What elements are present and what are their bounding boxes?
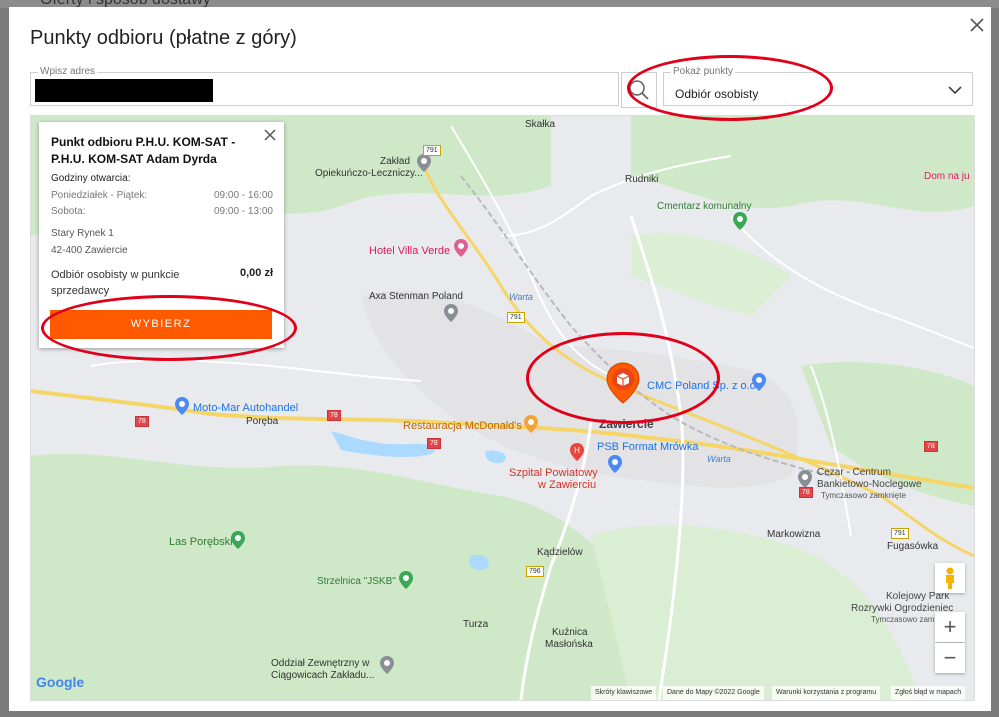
pickup-points-modal: Punkty odbioru (płatne z góry) Wpisz adr… bbox=[9, 7, 991, 711]
chevron-down-icon bbox=[948, 86, 962, 95]
hospital-pin-icon: H bbox=[570, 443, 584, 461]
delivery-option: Odbiór osobisty w punkcie sprzedawcy bbox=[51, 269, 180, 297]
close-icon bbox=[970, 18, 984, 32]
route-shield: 791 bbox=[507, 312, 525, 323]
report-error-link[interactable]: Zgłoś błąd w mapach bbox=[891, 686, 966, 700]
google-logo: Google bbox=[36, 674, 85, 690]
address-field[interactable] bbox=[30, 72, 619, 106]
opening-hours-label: Godziny otwarcia: bbox=[51, 173, 131, 184]
map-label-fugasowka: Fugasówka bbox=[887, 541, 939, 552]
pickup-point-info-card: Punkt odbioru P.H.U. KOM-SAT - P.H.U. KO… bbox=[39, 122, 284, 348]
map-label-kuznica: Kuźnica bbox=[552, 627, 588, 638]
route-shield: 78 bbox=[135, 416, 149, 427]
show-points-select[interactable]: Odbiór osobisty bbox=[663, 72, 973, 106]
pegman-icon bbox=[946, 567, 954, 589]
map-label-poreba: Poręba bbox=[246, 416, 279, 427]
close-icon bbox=[264, 129, 276, 141]
route-shield: 796 bbox=[526, 566, 544, 577]
park-pin-icon bbox=[399, 571, 413, 589]
route-shield: 78 bbox=[327, 410, 341, 421]
map-label-cezar: Cezar - Centrum bbox=[817, 467, 891, 478]
shop-pin-icon bbox=[752, 373, 766, 391]
show-points-value: Odbiór osobisty bbox=[675, 87, 759, 101]
map-label-villa-verde: Hotel Villa Verde bbox=[369, 245, 451, 257]
hours-weekday-label: Poniedziałek - Piątek: bbox=[51, 190, 148, 201]
shop-pin-icon bbox=[175, 397, 189, 415]
map-label-kuznica-2: Masłońska bbox=[545, 639, 593, 650]
map-label-cezar-3: Tymczasowo zamknięte bbox=[821, 491, 906, 500]
modal-title: Punkty odbioru (płatne z góry) bbox=[30, 27, 297, 49]
map-label-kadzielow: Kądzielów bbox=[537, 547, 583, 558]
hotel-pin-icon bbox=[454, 239, 468, 257]
map-label-dom: Dom na ju bbox=[924, 171, 970, 182]
map-label-turza: Turza bbox=[463, 619, 489, 630]
map-label-motomar: Moto-Mar Autohandel bbox=[193, 402, 299, 414]
pickup-point-marker-icon[interactable] bbox=[606, 362, 640, 404]
shop-pin-icon bbox=[608, 455, 622, 473]
select-point-button[interactable]: WYBIERZ bbox=[50, 310, 272, 339]
building-pin-icon bbox=[380, 656, 394, 674]
map-label-river-warta-2: Warta bbox=[707, 454, 731, 464]
pickup-point-name: Punkt odbioru P.H.U. KOM-SAT - P.H.U. KO… bbox=[51, 135, 236, 166]
street-view-button[interactable] bbox=[935, 563, 965, 593]
card-close-button[interactable] bbox=[262, 127, 278, 143]
park-pin-icon bbox=[231, 531, 245, 549]
route-shield: 78 bbox=[427, 438, 441, 449]
map-label-cezar-2: Bankietowo-Noclegowe bbox=[817, 479, 922, 490]
map-label-mcdonalds: Restauracja McDonald's bbox=[403, 420, 522, 432]
zoom-in-button[interactable]: + bbox=[935, 612, 965, 642]
search-button[interactable] bbox=[621, 72, 657, 108]
map-label-zaklad: Zakład bbox=[380, 156, 411, 167]
hours-weekday-time: 09:00 - 16:00 bbox=[214, 190, 273, 201]
route-shield: 791 bbox=[423, 145, 441, 156]
terms-link[interactable]: Warunki korzystania z programu bbox=[772, 686, 881, 700]
search-icon bbox=[629, 80, 649, 100]
map-label-cmentarz: Cmentarz komunalny bbox=[657, 201, 752, 212]
business-pin-icon bbox=[444, 304, 458, 322]
map-label-river-warta: Warta bbox=[509, 292, 533, 302]
keyboard-shortcuts-link[interactable]: Skróty klawiszowe bbox=[591, 686, 657, 700]
show-points-legend: Pokaż punkty bbox=[671, 66, 736, 77]
map-label-psb: PSB Format Mrówka bbox=[597, 441, 699, 453]
delivery-price: 0,00 zł bbox=[240, 267, 274, 279]
address-legend: Wpisz adres bbox=[38, 66, 98, 77]
close-button[interactable] bbox=[967, 15, 987, 35]
cemetery-pin-icon bbox=[733, 212, 747, 230]
map-label-markowizna: Markowizna bbox=[767, 529, 821, 540]
route-shield: 78 bbox=[924, 441, 938, 452]
address-city: 42-400 Zawiercie bbox=[51, 245, 128, 256]
address-street: Stary Rynek 1 bbox=[51, 228, 114, 239]
map-label-oddzial: Oddział Zewnętrzny w bbox=[271, 658, 370, 669]
map-label-axa: Axa Stenman Poland bbox=[369, 291, 463, 302]
map-label-cmc: CMC Poland Sp. z o.o bbox=[647, 380, 756, 392]
svg-text:H: H bbox=[574, 446, 580, 455]
map-label-las-porebski: Las Porębski bbox=[169, 536, 233, 548]
map-label-rudniki: Rudniki bbox=[625, 174, 659, 185]
map-label-zawiercie: Zawiercie bbox=[599, 417, 654, 431]
map-label-szpital-2: w Zawierciu bbox=[538, 479, 597, 491]
route-shield: 791 bbox=[891, 528, 909, 539]
map-label-szpital: Szpital Powiatowy bbox=[509, 467, 598, 479]
map-label-oddzial-2: Ciągowicach Zakładu... bbox=[271, 670, 375, 681]
map-pin-icon bbox=[417, 154, 431, 172]
address-value-redacted bbox=[35, 79, 213, 102]
route-shield: 78 bbox=[799, 487, 813, 498]
restaurant-pin-icon bbox=[524, 415, 538, 433]
map-label-skalka: Skałka bbox=[525, 119, 556, 130]
map-data-attribution: Dane do Mapy ©2022 Google bbox=[663, 686, 764, 700]
hours-saturday-label: Sobota: bbox=[51, 206, 86, 217]
map-label-zaklad2: Opiekuńczo-Leczniczy... bbox=[315, 168, 423, 179]
hours-saturday-time: 09:00 - 13:00 bbox=[214, 206, 273, 217]
zoom-out-button[interactable]: − bbox=[935, 643, 965, 673]
business-pin-icon bbox=[798, 470, 812, 488]
map[interactable]: Skałka Zakład Opiekuńczo-Leczniczy... Ru… bbox=[30, 115, 975, 701]
map-label-strzelnica: Strzelnica "JSKB" bbox=[317, 576, 396, 587]
